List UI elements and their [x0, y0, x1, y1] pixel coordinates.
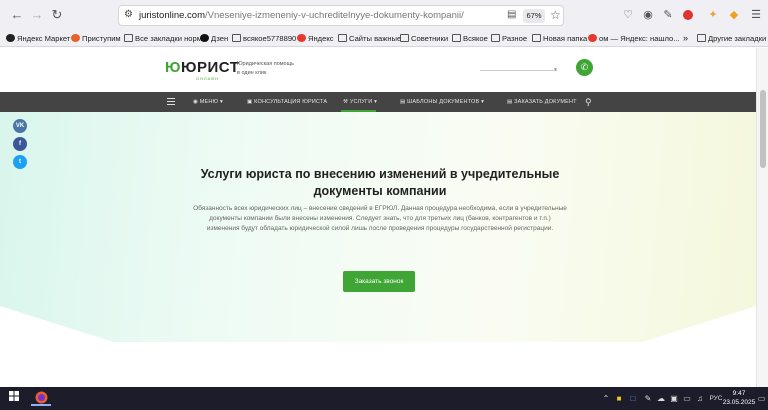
bookmark-folder[interactable]: Советники [400, 32, 448, 45]
hero-bottom-shape [0, 306, 756, 387]
yandex-search-icon [588, 34, 597, 42]
folder-icon [491, 34, 500, 42]
folder-icon [338, 34, 347, 42]
header-search-line[interactable] [480, 70, 557, 71]
folder-icon [452, 34, 461, 42]
windows-start-icon[interactable] [6, 391, 22, 406]
bookmark-folder[interactable]: Разное [491, 32, 527, 45]
account-icon[interactable]: ◉ [641, 8, 655, 22]
clock-time: 9:47 [732, 390, 746, 397]
system-clock[interactable]: 9:47 23.05.2025 [722, 389, 756, 407]
tray-chevron-icon[interactable]: ⌃ [600, 391, 612, 406]
chevron-down-icon[interactable]: ▼ [553, 67, 558, 73]
bookmarks-bar: Яндекс Маркет Приступим Все закладки нор… [0, 30, 768, 47]
facebook-icon[interactable]: f [13, 137, 27, 151]
page-scrollbar[interactable] [756, 48, 768, 387]
reader-view-icon[interactable]: ▤ [507, 9, 516, 20]
logo-word[interactable]: ЮРИСТ [181, 59, 239, 76]
logo-mark[interactable]: Ю [165, 59, 180, 76]
rocket-icon[interactable]: ✦ [706, 8, 720, 22]
browser-toolbar: ← → ↻ ⚙ juristonline.com/Vneseniye-izmen… [0, 0, 768, 30]
title-line: документы компании [313, 184, 447, 198]
vk-icon[interactable]: VK [13, 119, 27, 133]
yandex-icon [297, 34, 306, 42]
phone-icon[interactable]: ✆ [576, 59, 593, 76]
tray-pen-icon[interactable]: ✎ [642, 391, 654, 406]
nav-templates[interactable]: ▤ ШАБЛОНЫ ДОКУМЕНТОВ ▾ [400, 92, 484, 112]
description-line: документы компании были внесены изменени… [209, 215, 551, 222]
shield-icon[interactable]: ◆ [727, 8, 741, 22]
more-bookmarks-icon[interactable]: » [683, 32, 688, 45]
tray-screen-icon[interactable]: □ [627, 391, 639, 406]
nav-consultation[interactable]: ▣ КОНСУЛЬТАЦИЯ ЮРИСТА [247, 92, 327, 112]
url-text[interactable]: juristonline.com/Vneseniye-izmeneniy-v-u… [139, 10, 464, 21]
dzen-icon [200, 34, 209, 42]
bookmark-item[interactable]: ом — Яндекс: нашло... [588, 32, 680, 45]
description-line: Обязанность всех юридических лиц – внесе… [193, 205, 567, 212]
forward-icon[interactable]: → [28, 6, 46, 24]
bookmark-star-icon[interactable]: ☆ [550, 8, 561, 22]
description-line: изменения будут обладать юридической сил… [206, 225, 554, 232]
app-menu-icon[interactable]: ☰ [749, 8, 763, 22]
address-bar[interactable]: ⚙ juristonline.com/Vneseniye-izmeneniy-v… [118, 5, 564, 26]
scroll-thumb[interactable] [760, 90, 766, 168]
folder-icon [400, 34, 409, 42]
nav-services[interactable]: ⚒ УСЛУГИ ▾ [343, 92, 377, 112]
bookmark-folder[interactable]: Другие закладки [697, 32, 766, 45]
bookmark-item[interactable]: Приступим [71, 32, 121, 45]
nav-menu[interactable]: ◉ МЕНЮ ▾ [193, 92, 223, 112]
bookmark-folder[interactable]: Новая папка [532, 32, 587, 45]
tagline-line: в один клик [237, 70, 267, 76]
reload-icon[interactable]: ↻ [48, 6, 66, 24]
page-title: Услуги юриста по внесению изменений в уч… [160, 166, 600, 200]
bookmark-item[interactable]: Яндекс [297, 32, 334, 45]
site-info-icon[interactable]: ⚙ [124, 9, 133, 20]
search-icon[interactable]: ⚲ [585, 92, 592, 112]
tray-volume-icon[interactable]: ♫ [694, 391, 706, 406]
pocket-icon[interactable]: ♡ [621, 8, 635, 22]
firefox-icon [71, 34, 80, 42]
request-call-button[interactable]: Заказать звонок [343, 271, 415, 292]
folder-icon [124, 34, 133, 42]
web-page: Ю ЮРИСТ ОНЛАЙН Юридическая помощь в один… [0, 48, 756, 387]
tray-app-icon[interactable]: ■ [614, 391, 624, 406]
hero-description: Обязанность всех юридических лиц – внесе… [160, 204, 600, 234]
clock-date: 23.05.2025 [722, 399, 756, 406]
bookmark-folder[interactable]: Все закладки норм [124, 32, 202, 45]
bookmark-folder[interactable]: Всякое [452, 32, 488, 45]
extensions-icon[interactable]: ✎ [661, 8, 675, 22]
title-line: Услуги юриста по внесению изменений в уч… [200, 167, 560, 181]
logo-subtitle: ОНЛАЙН [196, 76, 220, 81]
yandex-market-icon [6, 34, 15, 42]
zoom-level-badge[interactable]: 67% [523, 9, 545, 23]
tagline-line: Юридическая помощь [237, 61, 295, 67]
nav-order-document[interactable]: ▤ ЗАКАЗАТЬ ДОКУМЕНТ [507, 92, 577, 112]
bookmark-item[interactable]: Дзен [200, 32, 228, 45]
firefox-taskbar-icon[interactable] [31, 391, 51, 406]
tray-network-icon[interactable]: ▣ [668, 391, 680, 406]
hamburger-icon[interactable] [167, 98, 175, 106]
back-icon[interactable]: ← [8, 6, 26, 24]
twitter-icon[interactable]: t [13, 155, 27, 169]
tray-battery-icon[interactable]: ▭ [681, 391, 693, 406]
main-navbar: ◉ МЕНЮ ▾ ▣ КОНСУЛЬТАЦИЯ ЮРИСТА ⚒ УСЛУГИ … [0, 92, 756, 112]
bookmark-folder[interactable]: Сайты важные [338, 32, 401, 45]
windows-taskbar: ⌃ ■ □ ✎ ☁ ▣ ▭ ♫ РУС 9:47 23.05.2025 ▭ [0, 387, 768, 410]
site-tagline[interactable]: Юридическая помощь в один клик [237, 60, 294, 78]
adblock-icon[interactable] [683, 10, 693, 20]
folder-icon [532, 34, 541, 42]
folder-icon [232, 34, 241, 42]
folder-icon [697, 34, 706, 42]
bookmark-item[interactable]: Яндекс Маркет [6, 32, 70, 45]
bookmark-folder[interactable]: всякое5778890 [232, 32, 296, 45]
tray-cloud-icon[interactable]: ☁ [655, 391, 667, 406]
notifications-icon[interactable]: ▭ [757, 391, 766, 406]
